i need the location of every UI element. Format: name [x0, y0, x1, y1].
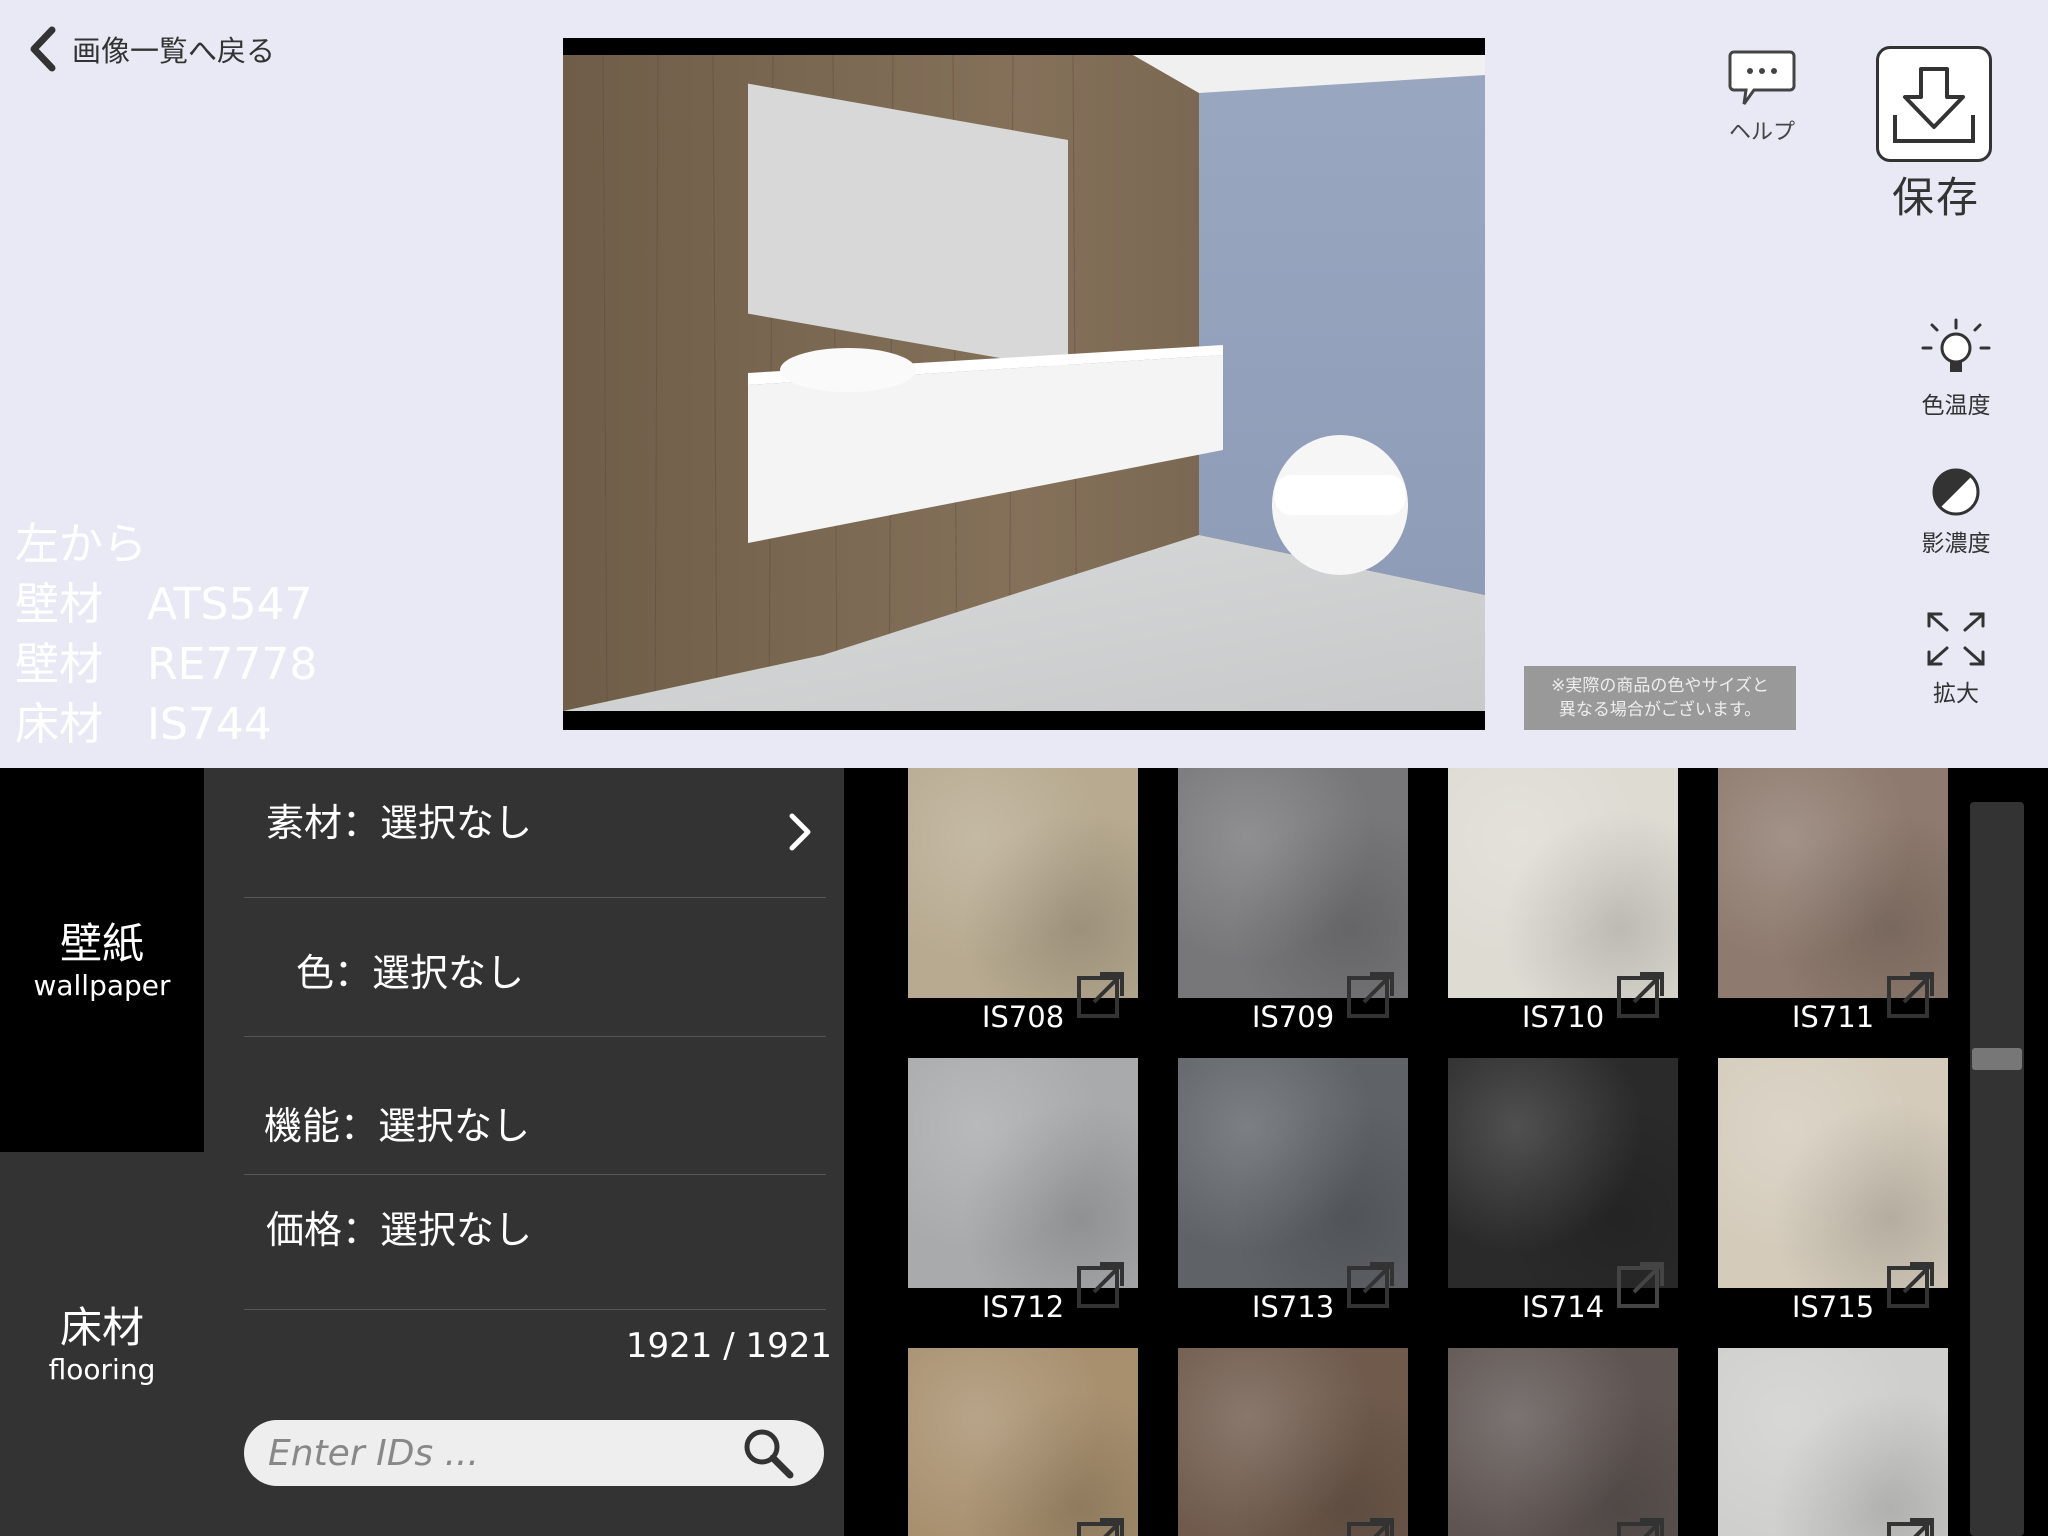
- search-icon[interactable]: [740, 1425, 796, 1481]
- filter-function[interactable]: 機能：選択なし: [244, 1038, 826, 1175]
- swatch-tile[interactable]: [1448, 1348, 1678, 1536]
- swatch-tile[interactable]: IS715: [1718, 1058, 1948, 1324]
- search-box: [244, 1420, 824, 1486]
- swatch-tile[interactable]: [1718, 1348, 1948, 1536]
- swatch-image: [1718, 1058, 1948, 1288]
- swatch-tile[interactable]: IS711: [1718, 768, 1948, 1034]
- help-label: ヘルプ: [1728, 120, 1795, 145]
- filter-function-label: 機能：選択なし: [264, 1104, 531, 1148]
- disclaimer-line: 異なる場合がございます。: [1558, 700, 1762, 720]
- swatch-tile[interactable]: [908, 1348, 1138, 1536]
- color-temperature-button[interactable]: 色温度: [1908, 318, 2004, 420]
- external-link-icon[interactable]: [1076, 1260, 1126, 1310]
- external-link-icon[interactable]: [1346, 1516, 1396, 1536]
- download-icon: [1893, 67, 1975, 143]
- zoom-button[interactable]: 拡大: [1908, 610, 2004, 708]
- caption-line: 壁材 RE7778: [15, 639, 318, 690]
- swatch-image: [908, 1058, 1138, 1288]
- selection-panel: 壁紙 wallpaper 床材 flooring 素材：選択なし 色：選択なし …: [0, 768, 2048, 1536]
- preview-area: 画像一覧へ戻る 左から 壁材 ATS547 壁材 RE7778 床材 IS744…: [0, 0, 2048, 768]
- shadow-density-label: 影濃度: [1921, 531, 1991, 557]
- filter-price[interactable]: 価格：選択なし: [244, 1176, 826, 1310]
- search-input[interactable]: [266, 1431, 740, 1475]
- swatch-tile[interactable]: IS713: [1178, 1058, 1408, 1324]
- zoom-label: 拡大: [1933, 681, 1979, 707]
- tab-flooring-jp: 床材: [59, 1303, 144, 1352]
- tab-flooring-en: flooring: [48, 1353, 156, 1386]
- external-link-icon[interactable]: [1616, 1260, 1666, 1310]
- swatch-image: [1178, 1058, 1408, 1288]
- external-link-icon[interactable]: [1346, 970, 1396, 1020]
- material-caption: 左から 壁材 ATS547 壁材 RE7778 床材 IS744: [15, 515, 317, 755]
- swatch-image: [1718, 768, 1948, 998]
- shadow-density-button[interactable]: 影濃度: [1908, 466, 2004, 558]
- tab-wallpaper-jp: 壁紙: [59, 919, 144, 968]
- external-link-icon[interactable]: [1616, 1516, 1666, 1536]
- swatch-image: [1448, 1348, 1678, 1536]
- filter-panel: 素材：選択なし 色：選択なし 機能：選択なし 価格：選択なし 1921 / 19…: [204, 768, 844, 1536]
- result-count: 1921 / 1921: [625, 1326, 832, 1366]
- contrast-icon: [1932, 468, 1980, 516]
- back-label: 画像一覧へ戻る: [72, 34, 276, 68]
- swatch-image: [1448, 1058, 1678, 1288]
- disclaimer-note: ※実際の商品の色やサイズと 異なる場合がございます。: [1524, 666, 1796, 730]
- swatch-image: [908, 768, 1138, 998]
- external-link-icon[interactable]: [1076, 1516, 1126, 1536]
- tab-flooring[interactable]: 床材 flooring: [0, 1152, 204, 1536]
- swatch-tile[interactable]: IS708: [908, 768, 1138, 1034]
- chevron-left-icon: [30, 26, 56, 72]
- caption-line: 床材 IS744: [15, 699, 272, 750]
- scrollbar-thumb[interactable]: [1972, 1048, 2022, 1070]
- swatch-tile[interactable]: [1178, 1348, 1408, 1536]
- swatch-image: [1718, 1348, 1948, 1536]
- lightbulb-icon: [1921, 318, 1991, 372]
- save-button[interactable]: 保存: [1876, 46, 1996, 225]
- swatch-image: [1448, 768, 1678, 998]
- scrollbar[interactable]: [1970, 802, 2024, 1536]
- room-preview: [563, 38, 1485, 730]
- swatch-grid: IS708 IS709 IS710 IS711 IS712 IS713 IS71…: [908, 768, 1968, 1536]
- external-link-icon[interactable]: [1886, 1516, 1936, 1536]
- expand-icon: [1927, 612, 1985, 666]
- disclaimer-line: ※実際の商品の色やサイズと: [1551, 676, 1769, 696]
- save-icon-box: [1876, 46, 1992, 162]
- swatch-tile[interactable]: IS709: [1178, 768, 1408, 1034]
- caption-line: 壁材 ATS547: [15, 579, 313, 630]
- help-button[interactable]: ヘルプ: [1728, 48, 1796, 146]
- filter-material-label: 素材：選択なし: [266, 801, 533, 845]
- swatch-image: [1178, 768, 1408, 998]
- caption-line: 左から: [15, 519, 147, 570]
- external-link-icon[interactable]: [1886, 970, 1936, 1020]
- filter-color[interactable]: 色：選択なし: [244, 899, 826, 1037]
- swatch-tile[interactable]: IS712: [908, 1058, 1138, 1324]
- filter-color-label: 色：選択なし: [296, 951, 525, 995]
- color-temperature-label: 色温度: [1921, 393, 1991, 419]
- chevron-right-icon: [789, 813, 811, 851]
- tab-wallpaper-en: wallpaper: [33, 969, 171, 1002]
- external-link-icon[interactable]: [1076, 970, 1126, 1020]
- swatch-tile[interactable]: IS710: [1448, 768, 1678, 1034]
- swatch-image: [1178, 1348, 1408, 1536]
- save-label: 保存: [1891, 173, 1980, 222]
- category-column: 壁紙 wallpaper 床材 flooring: [0, 768, 204, 1536]
- tab-wallpaper[interactable]: 壁紙 wallpaper: [0, 768, 204, 1152]
- external-link-icon[interactable]: [1616, 970, 1666, 1020]
- speech-bubble-icon: [1728, 50, 1796, 105]
- external-link-icon[interactable]: [1886, 1260, 1936, 1310]
- external-link-icon[interactable]: [1346, 1260, 1396, 1310]
- room-render: [563, 55, 1485, 711]
- swatch-image: [908, 1348, 1138, 1536]
- back-link[interactable]: 画像一覧へ戻る: [28, 26, 275, 72]
- filter-material[interactable]: 素材：選択なし: [244, 768, 826, 898]
- swatch-tile[interactable]: IS714: [1448, 1058, 1678, 1324]
- filter-price-label: 価格：選択なし: [266, 1208, 533, 1252]
- room-render-image: [563, 55, 1485, 711]
